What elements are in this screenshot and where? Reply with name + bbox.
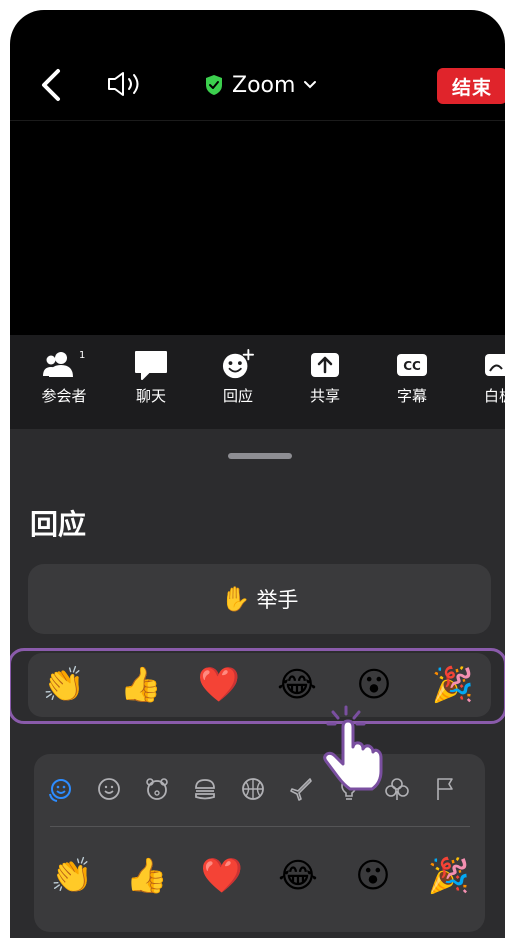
toolbar-label: 字幕 xyxy=(396,387,427,405)
emoji-joy[interactable]: 😂 xyxy=(273,854,323,898)
meeting-title-text: Zoom xyxy=(232,72,296,98)
chevron-down-icon xyxy=(304,81,317,89)
phone-screen: Zoom 结束 1 参会者 聊天 回应 共享 CC 字幕 白 回应 ✋ 举手 👏… xyxy=(10,10,505,938)
animals-icon[interactable] xyxy=(144,776,170,802)
back-icon[interactable] xyxy=(38,68,66,102)
highlight-outline xyxy=(10,648,505,724)
chat-icon xyxy=(135,351,167,380)
sports-icon[interactable] xyxy=(240,776,266,802)
whiteboard-icon xyxy=(485,354,505,376)
captions-icon-text: CC xyxy=(403,359,421,373)
toolbar-chat[interactable]: 聊天 xyxy=(111,349,191,406)
toolbar-reaction[interactable]: 回应 xyxy=(198,349,278,406)
participants-count: 1 xyxy=(79,350,85,361)
picker-divider xyxy=(50,826,470,827)
toolbar-label: 回应 xyxy=(222,387,253,405)
toolbar-share[interactable]: 共享 xyxy=(285,349,365,406)
shield-check-icon xyxy=(206,75,222,95)
meeting-toolbar: 1 参会者 聊天 回应 共享 CC 字幕 白板 xyxy=(10,335,505,429)
raise-hand-emoji: ✋ xyxy=(220,585,251,613)
speaker-icon[interactable] xyxy=(106,70,146,98)
toolbar-label: 共享 xyxy=(309,387,340,405)
share-icon xyxy=(311,353,339,377)
toolbar-participants[interactable]: 1 参会者 xyxy=(24,349,104,406)
emoji-picker: 👏 👍 ❤️ 😂 😮 🎉 xyxy=(34,754,485,932)
toolbar-captions[interactable]: CC 字幕 xyxy=(372,349,452,406)
toolbar-label: 聊天 xyxy=(135,387,166,405)
emoji-party[interactable]: 🎉 xyxy=(424,854,474,898)
raise-hand-label: 举手 xyxy=(256,588,299,612)
emoji-thumbs-up[interactable]: 👍 xyxy=(122,854,172,898)
toolbar-whiteboard[interactable]: 白板 xyxy=(459,349,505,406)
raise-hand-button[interactable]: ✋ 举手 xyxy=(28,564,491,634)
reaction-icon xyxy=(222,349,254,379)
emoji-heart[interactable]: ❤️ xyxy=(197,854,247,898)
flags-icon[interactable] xyxy=(432,776,458,802)
smileys-icon[interactable] xyxy=(48,776,74,802)
food-icon[interactable] xyxy=(192,776,218,802)
emoji-surprised[interactable]: 😮 xyxy=(348,854,398,898)
toolbar-label: 参会者 xyxy=(41,387,87,405)
meeting-header: Zoom 结束 xyxy=(10,10,505,120)
emoji-clap[interactable]: 👏 xyxy=(47,854,97,898)
toolbar-label: 白板 xyxy=(483,387,505,405)
sheet-title: 回应 xyxy=(30,508,87,541)
tap-hand-cursor-icon xyxy=(323,705,383,791)
smile-icon[interactable] xyxy=(96,776,122,802)
sheet-drag-handle[interactable] xyxy=(228,453,292,459)
symbols-icon[interactable] xyxy=(384,776,410,802)
meeting-title[interactable]: Zoom xyxy=(204,70,317,100)
header-divider xyxy=(10,120,505,121)
travel-icon[interactable] xyxy=(288,776,314,802)
reactions-sheet: 回应 ✋ 举手 👏 👍 ❤️ 😂 😮 🎉 👏 👍 ❤️ 😂 😮 🎉 xyxy=(10,429,505,938)
captions-icon: CC xyxy=(397,354,427,376)
end-meeting-button[interactable]: 结束 xyxy=(437,68,505,104)
participants-icon: 1 xyxy=(43,350,85,377)
